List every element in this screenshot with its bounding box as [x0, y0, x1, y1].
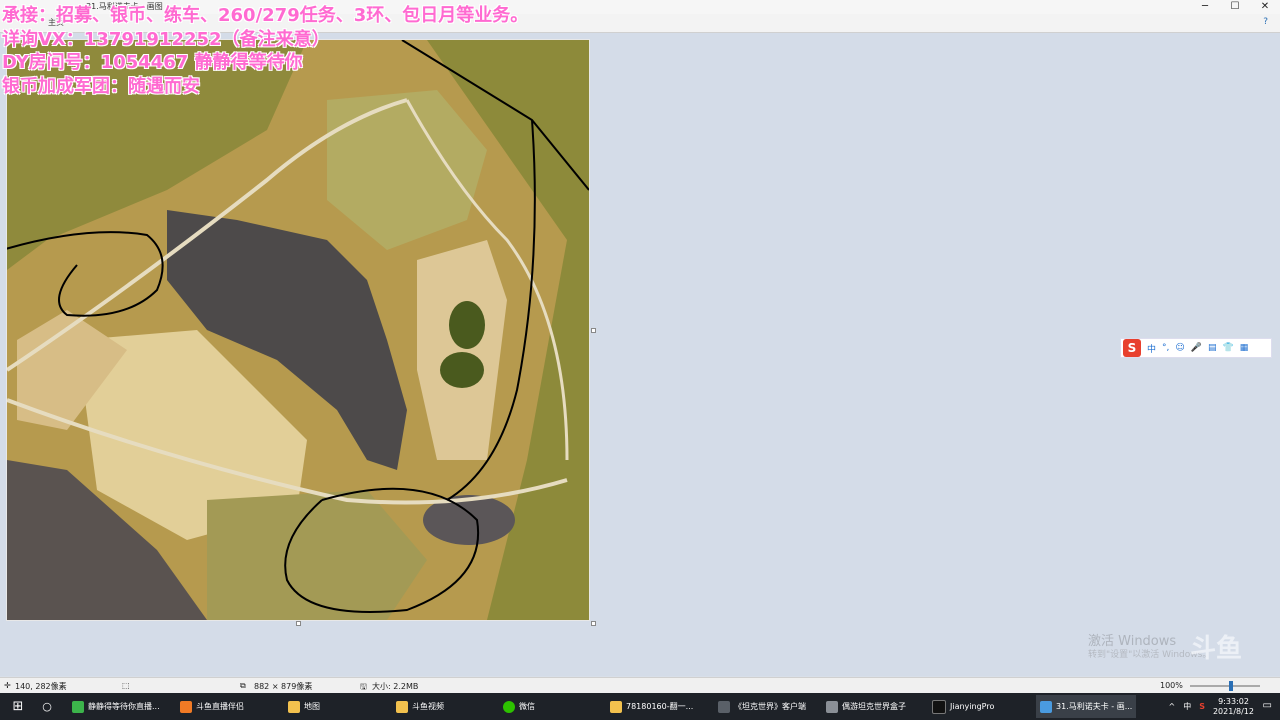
ime-lang-icon[interactable]: 中: [1147, 342, 1156, 355]
douyu-logo-icon: 斗鱼: [1190, 634, 1243, 664]
taskbar: ⊞ ○ 静静得等待你直播... 斗鱼直播伴侣 地图 斗鱼视频 微信 781801…: [0, 693, 1280, 720]
taskbar-item-label: 微信: [519, 702, 535, 711]
search-icon[interactable]: ○: [36, 696, 58, 717]
paint-window: 31.马利诺夫卡 - 画图 ─ ☐ ✕ 主页 ? 承接：招募、银币、练车、260…: [0, 0, 1280, 693]
taskbar-item[interactable]: 静静得等待你直播...: [72, 695, 160, 718]
sogou-logo-icon[interactable]: S: [1123, 339, 1141, 357]
resize-handle-corner[interactable]: [591, 621, 596, 626]
zoom-slider-thumb[interactable]: [1229, 681, 1233, 691]
app-icon: [180, 700, 192, 713]
cursor-position: 140, 282像素: [15, 682, 67, 691]
ime-toolbox-icon[interactable]: ▦: [1240, 343, 1249, 353]
minimize-button[interactable]: ─: [1190, 0, 1220, 14]
taskbar-item-active[interactable]: 31.马利诺夫卡 - 画...: [1036, 695, 1137, 718]
taskbar-item[interactable]: 78180160-翻一...: [610, 695, 693, 718]
file-size: 大小: 2.2MB: [372, 682, 419, 691]
app-icon: [72, 700, 84, 713]
taskbar-item-label: 斗鱼视频: [412, 702, 444, 711]
taskbar-item-label: 78180160-翻一...: [626, 702, 694, 711]
map-graphic: [7, 40, 589, 620]
system-tray: ^ 中 S 9:33:02 2021/8/12: [1169, 695, 1255, 718]
tray-sogou-icon[interactable]: S: [1199, 702, 1205, 711]
taskbar-item-label: 偶游坦克世界盒子: [842, 702, 906, 711]
clock[interactable]: 9:33:02 2021/8/12: [1213, 697, 1254, 717]
taskbar-item-label: 31.马利诺夫卡 - 画...: [1056, 702, 1133, 711]
taskbar-item-label: 斗鱼直播伴侣: [196, 702, 244, 711]
clock-date: 2021/8/12: [1212, 706, 1254, 716]
help-icon[interactable]: ?: [1263, 17, 1268, 27]
map-image[interactable]: [6, 39, 590, 621]
image-size-icon: ⧉: [240, 681, 246, 690]
zoom-slider[interactable]: [1190, 685, 1260, 687]
taskbar-item[interactable]: JianyingPro: [932, 695, 994, 718]
taskbar-item[interactable]: 斗鱼直播伴侣: [180, 695, 244, 718]
window-controls: ─ ☐ ✕: [1190, 0, 1280, 14]
taskbar-item-label: JianyingPro: [950, 702, 995, 711]
ime-toolbar[interactable]: S 中 °, ☺ 🎤 ▤ 👕 ▦: [1120, 338, 1272, 358]
status-bar: ✛ 140, 282像素 ⬚ ⧉ 882 × 879像素 🖫 大小: 2.2MB…: [0, 677, 1280, 694]
ime-voice-icon[interactable]: 🎤: [1191, 343, 1202, 353]
tray-expand-icon[interactable]: ^: [1169, 702, 1176, 711]
notification-icon[interactable]: ▭: [1263, 700, 1272, 711]
folder-icon: [396, 700, 408, 713]
resize-handle-right[interactable]: [591, 328, 596, 333]
taskbar-item[interactable]: 地图: [288, 695, 320, 718]
folder-icon: [288, 700, 300, 713]
paint-icon: [1040, 700, 1052, 713]
taskbar-item[interactable]: 微信: [503, 695, 535, 718]
app-icon: [826, 700, 838, 713]
selection-icon: ⬚: [122, 681, 130, 690]
tray-lang[interactable]: 中: [1183, 701, 1191, 712]
image-dimensions: 882 × 879像素: [254, 682, 313, 691]
stream-overlay-line3: DY房间号：1054467 静静得等待你: [2, 52, 303, 73]
stream-overlay-line4: 银币加成军团：随遇而安: [2, 76, 200, 97]
zoom-level: 100%: [1160, 681, 1183, 690]
stream-overlay-line1: 承接：招募、银币、练车、260/279任务、3环、包日月等业务。: [2, 5, 529, 26]
wechat-icon: [503, 700, 515, 713]
taskbar-item[interactable]: 偶游坦克世界盒子: [826, 695, 906, 718]
taskbar-item[interactable]: 《坦克世界》客户端: [718, 695, 806, 718]
resize-handle-bottom[interactable]: [296, 621, 301, 626]
tank-game-icon: [718, 700, 730, 713]
clock-time: 9:33:02: [1218, 696, 1249, 706]
windows-start-icon[interactable]: ⊞: [4, 696, 32, 717]
cursor-crosshair-icon: ✛: [4, 681, 11, 690]
ime-skin-icon[interactable]: 👕: [1223, 343, 1234, 353]
ime-keyboard-icon[interactable]: ▤: [1208, 343, 1217, 353]
taskbar-item[interactable]: 斗鱼视频: [396, 695, 444, 718]
ime-emoji-icon[interactable]: ☺: [1175, 343, 1184, 353]
maximize-button[interactable]: ☐: [1220, 0, 1250, 14]
app-icon: [610, 700, 622, 713]
jianying-icon: [932, 699, 946, 714]
close-button[interactable]: ✕: [1250, 0, 1280, 14]
stream-overlay-line2: 详询VX：13791912252（备注来意）: [2, 29, 330, 50]
ime-punct-icon[interactable]: °,: [1162, 343, 1169, 353]
taskbar-item-label: 地图: [304, 702, 320, 711]
taskbar-item-label: 静静得等待你直播...: [88, 702, 160, 711]
taskbar-item-label: 《坦克世界》客户端: [734, 702, 806, 711]
